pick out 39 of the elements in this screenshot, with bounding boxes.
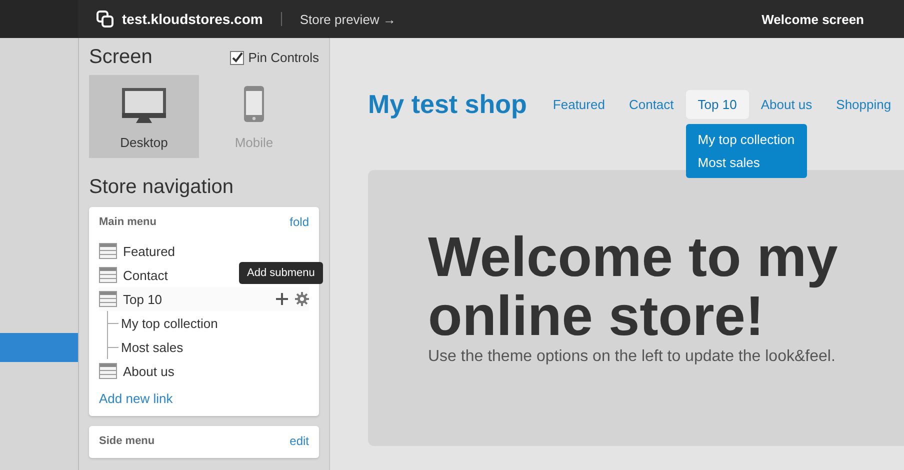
submenu-item[interactable]: My top collection xyxy=(121,316,218,330)
site-name: test.kloudstores.com xyxy=(122,11,263,27)
card-title: Main menu xyxy=(99,216,156,228)
nav-link[interactable]: About us xyxy=(748,90,824,119)
monitor-icon xyxy=(121,87,167,123)
dropdown-item[interactable]: My top collection xyxy=(698,132,795,147)
screen-title: Welcome screen xyxy=(762,12,864,26)
pin-controls-checkbox[interactable]: Pin Controls xyxy=(230,50,319,65)
tooltip: Add submenu xyxy=(239,262,323,284)
check-icon xyxy=(231,52,244,63)
drag-handle-icon xyxy=(99,363,117,379)
dropdown-item[interactable]: Most sales xyxy=(698,155,795,170)
section-heading: Store navigation xyxy=(89,176,235,199)
menu-item[interactable]: Featured xyxy=(123,244,176,258)
menu-item[interactable]: Contact xyxy=(123,268,168,282)
nav-link[interactable]: Shopping xyxy=(824,90,904,119)
tree-line xyxy=(107,311,119,335)
edit-link[interactable]: edit xyxy=(290,434,309,448)
hero-text: Use the theme options on the left to update the look&feel. xyxy=(428,348,836,366)
store-preview-link[interactable]: Store preview → xyxy=(300,12,396,26)
fold-link[interactable]: fold xyxy=(290,215,309,229)
card-title: Side menu xyxy=(99,435,155,447)
plus-icon xyxy=(275,292,289,306)
device-tab[interactable]: Desktop xyxy=(89,75,199,158)
tree-line xyxy=(107,335,119,359)
nav-link[interactable]: Top 10 xyxy=(686,90,749,119)
drag-handle-icon xyxy=(99,267,117,283)
drag-handle-icon xyxy=(99,243,117,259)
add-new-link[interactable]: Add new link xyxy=(99,391,309,406)
submenu-item[interactable]: Most sales xyxy=(121,340,184,354)
menu-item[interactable]: Top 10 xyxy=(123,292,162,306)
section-heading: Screen xyxy=(89,46,152,69)
nav-link[interactable]: Contact xyxy=(616,90,686,119)
menu-item[interactable]: About us xyxy=(123,364,174,378)
hero-title: Welcome to my online store! xyxy=(428,228,839,346)
windows-icon xyxy=(96,10,114,28)
shop-title: My test shop xyxy=(368,89,527,120)
phone-icon xyxy=(243,85,265,123)
nav-link[interactable]: Featured xyxy=(540,90,617,119)
